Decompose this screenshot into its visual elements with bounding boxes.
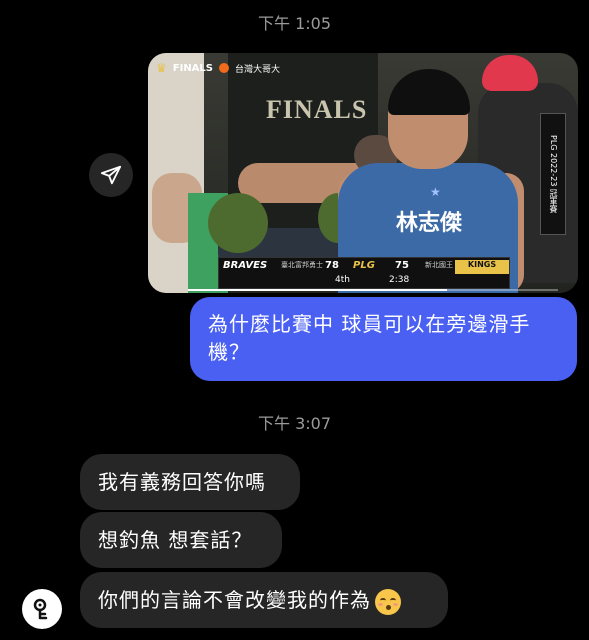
home-team: BRAVES <box>223 260 268 271</box>
video-scenery <box>388 69 470 115</box>
message-text: 你們的言論不會改變我的作為 <box>98 588 371 612</box>
send-icon <box>100 165 122 185</box>
side-banner: PLG 2022-23 冠軍賽 <box>540 113 566 235</box>
scoreboard: BRAVES 臺北富邦勇士 78 PLG 75 新北國王 KINGS 4th 2… <box>218 257 510 289</box>
shirt-text: FINALS <box>266 95 368 124</box>
trophy-icon: ♛ <box>156 61 167 75</box>
video-scenery <box>482 55 538 91</box>
jersey-name: 林志傑 <box>396 211 463 236</box>
incoming-message[interactable]: 你們的言論不會改變我的作為 <box>80 572 448 628</box>
away-team: KINGS <box>455 260 509 274</box>
league-logo: PLG <box>353 260 375 271</box>
video-progress-bar[interactable] <box>188 289 558 291</box>
share-button[interactable] <box>89 153 133 197</box>
message-text: 想釣魚 想套話？ <box>98 528 253 552</box>
quarter: 4th <box>335 275 350 285</box>
outgoing-message[interactable]: 為什麼比賽中 球員可以在旁邊滑手機？ <box>190 297 577 381</box>
away-score: 75 <box>395 260 409 271</box>
home-team-name: 臺北富邦勇士 <box>281 261 323 269</box>
video-scenery <box>208 193 268 253</box>
profile-avatar[interactable] <box>22 589 62 629</box>
timestamp: 下午 1:05 <box>257 14 332 33</box>
avatar-icon <box>33 598 48 620</box>
star-icon: ★ <box>430 185 441 199</box>
kissing-face-emoji-icon <box>375 588 401 615</box>
game-clock: 2:38 <box>389 275 410 285</box>
video-progress-fill <box>188 289 447 291</box>
incoming-message[interactable]: 我有義務回答你嗎 <box>80 454 300 510</box>
finals-logo-text: FINALS <box>172 62 213 74</box>
shared-video[interactable]: FINALS ★ 林志傑 ♛ FINALS 台灣大哥大 PLG 2022-23 … <box>148 53 578 293</box>
sponsor-logo-icon <box>219 63 229 73</box>
timestamp: 下午 3:07 <box>257 414 332 433</box>
away-team-name: 新北國王 <box>425 261 453 269</box>
incoming-message[interactable]: 想釣魚 想套話？ <box>80 512 282 568</box>
message-text: 我有義務回答你嗎 <box>98 470 266 494</box>
home-score: 78 <box>325 260 339 271</box>
sponsor-text: 台灣大哥大 <box>235 64 281 75</box>
broadcast-logo: ♛ FINALS 台灣大哥大 <box>156 61 280 75</box>
